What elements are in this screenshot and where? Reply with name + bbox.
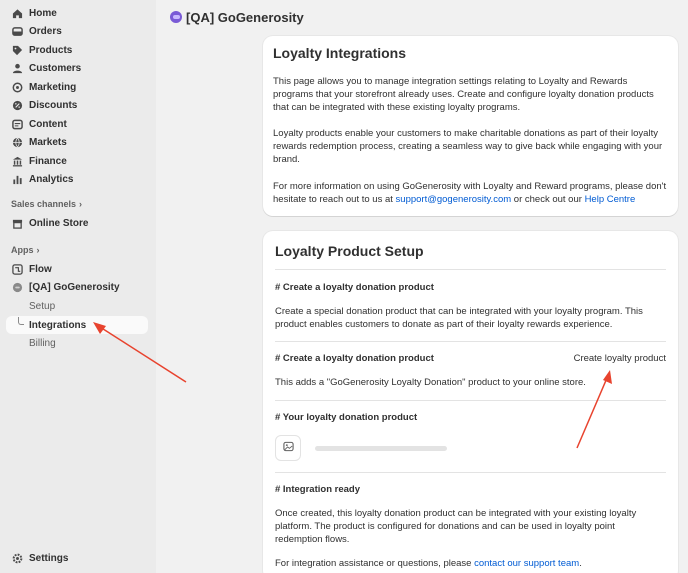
contact-paragraph: For more information on using GoGenerosi… xyxy=(273,180,668,206)
sidebar-item-label: Settings xyxy=(29,552,69,564)
product-image-placeholder xyxy=(275,435,301,461)
intro-paragraph: This page allows you to manage integrati… xyxy=(273,76,654,113)
sidebar-subitem-billing[interactable]: Billing xyxy=(6,334,148,352)
assistance-text: For integration assistance or questions,… xyxy=(275,557,660,570)
sidebar-item-label: Content xyxy=(29,118,67,130)
sidebar-item-discounts[interactable]: Discounts xyxy=(6,96,148,114)
globe-icon xyxy=(12,137,23,148)
sidebar-subitem-label: Billing xyxy=(29,337,56,349)
section-heading: # Create a loyalty donation product xyxy=(275,282,434,293)
content-icon xyxy=(12,119,23,130)
sidebar-item-products[interactable]: Products xyxy=(6,41,148,59)
create-loyalty-product-button[interactable]: Create loyalty product xyxy=(574,353,666,364)
tag-icon xyxy=(12,45,23,56)
sidebar-item-orders[interactable]: Orders xyxy=(6,22,148,40)
sidebar: Home Orders Products Customers Marketing… xyxy=(0,0,156,573)
apps-heading[interactable]: Apps › xyxy=(11,245,40,255)
sidebar-item-label: [QA] GoGenerosity xyxy=(29,281,120,293)
orders-icon xyxy=(12,26,23,37)
home-icon xyxy=(12,8,23,19)
section-heading: # Create a loyalty donation product xyxy=(275,353,434,364)
discount-icon xyxy=(12,100,23,111)
target-icon xyxy=(12,82,23,93)
sidebar-item-flow[interactable]: Flow xyxy=(6,260,148,278)
divider xyxy=(275,269,666,270)
contact-text: or check out our xyxy=(511,194,585,205)
sidebar-item-label: Flow xyxy=(29,263,52,275)
sidebar-item-markets[interactable]: Markets xyxy=(6,133,148,151)
sidebar-item-settings[interactable]: Settings xyxy=(6,549,148,567)
sidebar-item-label: Home xyxy=(29,7,57,19)
chevron-right-icon: › xyxy=(79,199,83,209)
apps-label: Apps xyxy=(11,245,34,255)
sidebar-item-content[interactable]: Content xyxy=(6,115,148,133)
divider xyxy=(275,341,666,342)
help-centre-link[interactable]: Help Centre xyxy=(585,194,636,205)
sidebar-item-online-store[interactable]: Online Store xyxy=(6,214,148,232)
sidebar-item-label: Analytics xyxy=(29,173,74,185)
sidebar-item-finance[interactable]: Finance xyxy=(6,152,148,170)
section-heading: # Integration ready xyxy=(275,484,360,495)
sales-channels-heading[interactable]: Sales channels › xyxy=(11,199,82,209)
app-logo-icon xyxy=(170,11,182,23)
bank-icon xyxy=(12,156,23,167)
sidebar-subitem-label: Setup xyxy=(29,300,56,312)
contact-support-link[interactable]: contact our support team xyxy=(474,558,579,569)
sidebar-item-home[interactable]: Home xyxy=(6,4,148,22)
loyalty-product-setup-card: Loyalty Product Setup # Create a loyalty… xyxy=(263,231,678,573)
section-heading: # Your loyalty donation product xyxy=(275,412,418,423)
page-header: [QA] GoGenerosity xyxy=(170,8,304,26)
sidebar-item-app-gogenerosity[interactable]: [QA] GoGenerosity xyxy=(6,278,148,296)
store-icon xyxy=(12,218,23,229)
sidebar-item-marketing[interactable]: Marketing xyxy=(6,78,148,96)
section-text: Create a special donation product that c… xyxy=(275,306,643,330)
sidebar-subitem-integrations[interactable]: Integrations xyxy=(6,316,148,334)
sales-channels-label: Sales channels xyxy=(11,199,77,209)
section-text: This adds a "GoGenerosity Loyalty Donati… xyxy=(275,377,586,388)
sidebar-item-label: Markets xyxy=(29,136,67,148)
support-email-link[interactable]: support@gogenerosity.com xyxy=(396,194,512,205)
assistance-prefix: For integration assistance or questions,… xyxy=(275,558,475,569)
section-text: Once created, this loyalty donation prod… xyxy=(275,508,637,545)
sidebar-item-label: Online Store xyxy=(29,217,89,229)
app-icon xyxy=(12,282,23,293)
sidebar-item-label: Products xyxy=(29,44,73,56)
sidebar-item-analytics[interactable]: Analytics xyxy=(6,170,148,188)
chart-icon xyxy=(12,174,23,185)
divider xyxy=(275,400,666,401)
sidebar-subitem-label: Integrations xyxy=(29,319,87,331)
sidebar-item-label: Customers xyxy=(29,62,82,74)
loyalty-integrations-card: Loyalty Integrations This page allows yo… xyxy=(263,36,678,216)
loading-skeleton xyxy=(315,446,447,451)
divider xyxy=(275,472,666,473)
card-title: Loyalty Integrations xyxy=(273,45,407,61)
sidebar-subitem-setup[interactable]: Setup xyxy=(6,297,148,315)
card-title: Loyalty Product Setup xyxy=(275,243,424,259)
sidebar-item-label: Finance xyxy=(29,155,67,167)
loyalty-description-paragraph: Loyalty products enable your customers t… xyxy=(273,128,663,165)
sidebar-item-label: Discounts xyxy=(29,99,78,111)
tree-connector-icon xyxy=(18,317,24,325)
page-title: [QA] GoGenerosity xyxy=(186,9,304,25)
chevron-right-icon: › xyxy=(36,245,40,255)
sidebar-item-label: Orders xyxy=(29,25,62,37)
flow-icon xyxy=(12,263,23,275)
person-icon xyxy=(12,63,23,74)
sidebar-item-customers[interactable]: Customers xyxy=(6,59,148,77)
gear-icon xyxy=(12,553,23,564)
image-icon xyxy=(282,441,294,455)
sidebar-item-label: Marketing xyxy=(29,81,77,93)
assistance-suffix: . xyxy=(579,558,582,569)
